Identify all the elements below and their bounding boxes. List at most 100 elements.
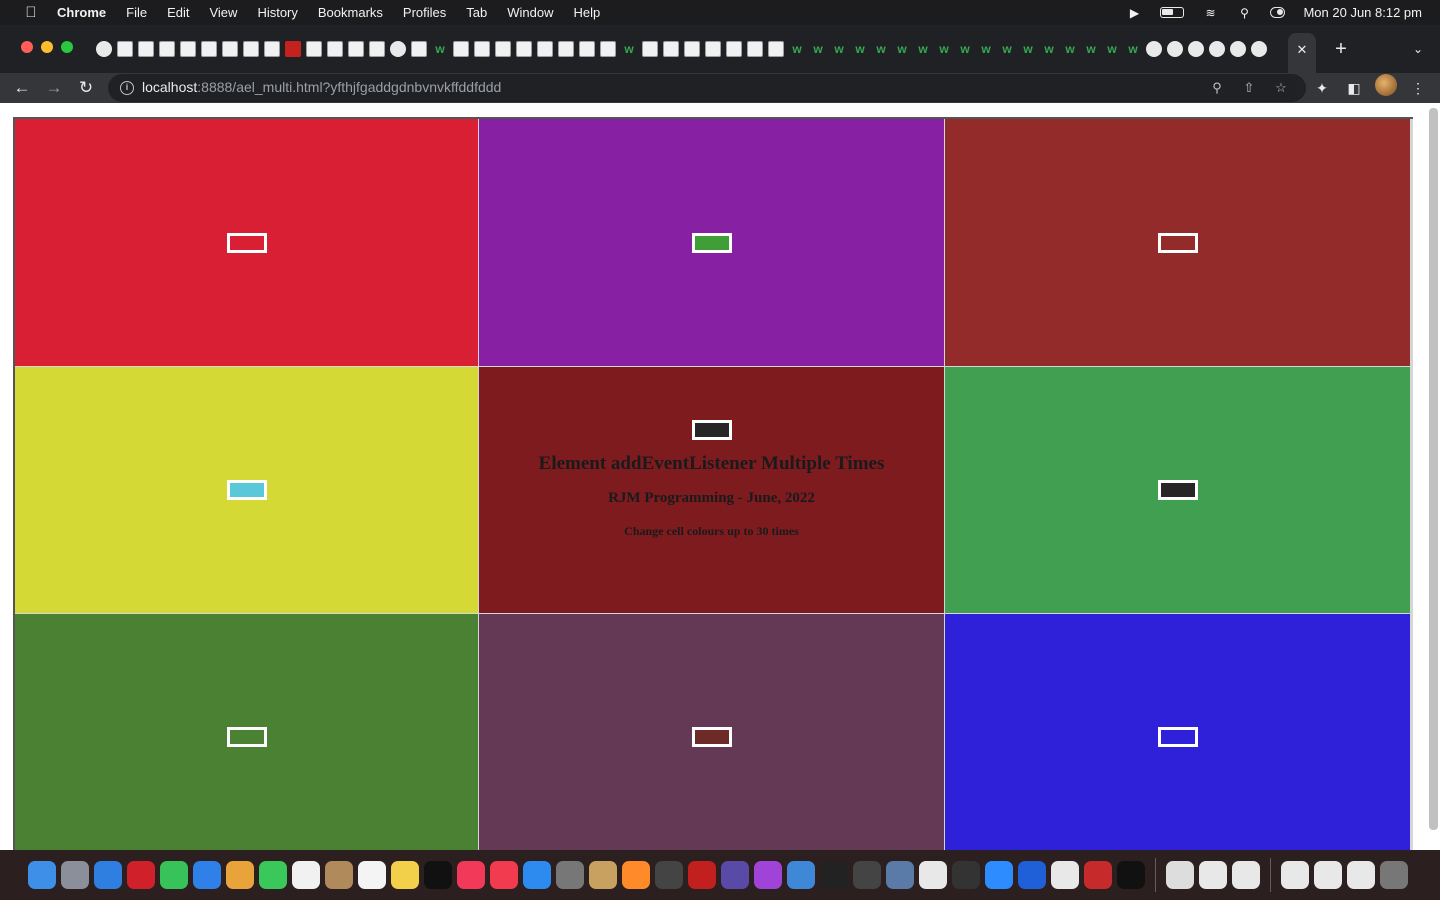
pinned-tab-favicon-icon[interactable]: w — [810, 41, 826, 57]
dock-app-icon[interactable] — [226, 861, 254, 889]
tab-search-chevron-icon[interactable]: ⌄ — [1409, 40, 1427, 58]
pinned-tab-favicon-icon[interactable] — [1230, 41, 1246, 57]
spotlight-search-icon[interactable]: ⚲ — [1236, 6, 1252, 20]
dock-app-icon[interactable] — [919, 861, 947, 889]
address-bar[interactable]: i localhost:8888/ael_multi.html?yfthjfga… — [108, 74, 1306, 102]
dock-app-icon[interactable] — [1117, 861, 1145, 889]
dock-app-icon[interactable] — [1051, 861, 1079, 889]
grid-cell-4[interactable] — [15, 367, 479, 614]
pinned-tab-favicon-icon[interactable]: w — [621, 41, 637, 57]
forward-button[interactable]: → — [42, 76, 66, 100]
zoom-icon[interactable]: ⚲ — [1208, 79, 1226, 97]
pinned-tab-favicon-icon[interactable]: w — [1062, 41, 1078, 57]
dock-app-icon[interactable] — [1314, 861, 1342, 889]
pinned-tab-favicon-icon[interactable] — [726, 41, 742, 57]
pinned-tab-favicon-icon[interactable] — [1188, 41, 1204, 57]
dock-app-icon[interactable] — [1018, 861, 1046, 889]
pinned-tab-favicon-icon[interactable] — [600, 41, 616, 57]
grid-cell-2[interactable] — [479, 119, 945, 367]
pinned-tab-favicon-icon[interactable] — [201, 41, 217, 57]
pinned-tab-favicon-icon[interactable] — [474, 41, 490, 57]
pinned-tab-favicon-icon[interactable] — [1167, 41, 1183, 57]
dock-app-icon[interactable] — [523, 861, 551, 889]
dock-app-icon[interactable] — [1380, 861, 1408, 889]
dock-app-icon[interactable] — [589, 861, 617, 889]
dock-app-icon[interactable] — [193, 861, 221, 889]
dock-app-icon[interactable] — [292, 861, 320, 889]
play-circle-icon[interactable]: ▶ — [1126, 6, 1142, 20]
pinned-tab-favicon-icon[interactable]: w — [915, 41, 931, 57]
dock-app-icon[interactable] — [688, 861, 716, 889]
pinned-tab-favicon-icon[interactable]: w — [852, 41, 868, 57]
battery-icon[interactable] — [1160, 7, 1185, 18]
new-tab-button[interactable]: + — [1331, 39, 1351, 59]
grid-cell-5[interactable]: Element addEventListener Multiple Times … — [479, 367, 945, 614]
grid-cell-6[interactable] — [945, 367, 1411, 614]
dock-app-icon[interactable] — [622, 861, 650, 889]
dock-app-icon[interactable] — [424, 861, 452, 889]
pinned-tab-favicon-icon[interactable] — [327, 41, 343, 57]
menubar-clock[interactable]: Mon 20 Jun 8:12 pm — [1303, 5, 1422, 20]
dock-app-icon[interactable] — [457, 861, 485, 889]
back-button[interactable]: ← — [10, 76, 34, 100]
dock-app-icon[interactable] — [325, 861, 353, 889]
pinned-tab-favicon-icon[interactable] — [411, 41, 427, 57]
pinned-tab-favicon-icon[interactable] — [558, 41, 574, 57]
grid-cell-7[interactable] — [15, 614, 479, 850]
pinned-tab-favicon-icon[interactable] — [390, 41, 406, 57]
dock-app-icon[interactable] — [1166, 861, 1194, 889]
dock-app-icon[interactable] — [94, 861, 122, 889]
dock-app-icon[interactable] — [754, 861, 782, 889]
pinned-tab-favicon-icon[interactable]: w — [831, 41, 847, 57]
window-zoom-button[interactable] — [61, 41, 73, 53]
pinned-tab-favicon-icon[interactable] — [768, 41, 784, 57]
pinned-tab-favicon-icon[interactable] — [537, 41, 553, 57]
pinned-tab-favicon-icon[interactable] — [369, 41, 385, 57]
menu-edit[interactable]: Edit — [167, 5, 189, 20]
window-close-button[interactable] — [21, 41, 33, 53]
apple-logo-icon[interactable]:  — [22, 4, 40, 21]
pinned-tab-favicon-icon[interactable]: w — [1041, 41, 1057, 57]
dock-app-icon[interactable] — [655, 861, 683, 889]
pinned-tab-favicon-icon[interactable]: w — [999, 41, 1015, 57]
dock-app-icon[interactable] — [490, 861, 518, 889]
pinned-tab-favicon-icon[interactable] — [243, 41, 259, 57]
dock-app-icon[interactable] — [28, 861, 56, 889]
colour-swatch-6[interactable] — [1157, 480, 1198, 500]
dock-app-icon[interactable] — [886, 861, 914, 889]
pinned-tab-favicon-icon[interactable] — [222, 41, 238, 57]
dock-app-icon[interactable] — [853, 861, 881, 889]
colour-swatch-7[interactable] — [226, 727, 267, 747]
colour-swatch-8[interactable] — [691, 727, 732, 747]
pinned-tab-favicon-icon[interactable] — [348, 41, 364, 57]
pinned-tab-favicon-icon[interactable] — [684, 41, 700, 57]
pinned-tab-favicon-icon[interactable] — [138, 41, 154, 57]
pinned-tab-favicon-icon[interactable]: w — [1020, 41, 1036, 57]
pinned-tab-favicon-icon[interactable]: w — [789, 41, 805, 57]
pinned-tab-favicon-icon[interactable] — [1251, 41, 1267, 57]
dock-app-icon[interactable] — [160, 861, 188, 889]
pinned-tab-favicon-icon[interactable] — [306, 41, 322, 57]
colour-swatch-9[interactable] — [1157, 727, 1198, 747]
menu-bookmarks[interactable]: Bookmarks — [318, 5, 383, 20]
grid-cell-1[interactable] — [15, 119, 479, 367]
side-panel-icon[interactable]: ◧ — [1342, 76, 1366, 100]
pinned-tab-favicon-icon[interactable] — [159, 41, 175, 57]
pinned-tab-favicon-icon[interactable]: w — [1083, 41, 1099, 57]
grid-cell-9[interactable] — [945, 614, 1411, 850]
menu-help[interactable]: Help — [574, 5, 601, 20]
grid-cell-8[interactable] — [479, 614, 945, 850]
page-scrollbar[interactable] — [1429, 108, 1438, 830]
profile-avatar[interactable] — [1375, 74, 1397, 96]
menu-profiles[interactable]: Profiles — [403, 5, 446, 20]
pinned-tab-favicon-icon[interactable] — [117, 41, 133, 57]
pinned-tab-favicon-icon[interactable]: w — [432, 41, 448, 57]
share-icon[interactable]: ⇧ — [1240, 79, 1258, 97]
wifi-icon[interactable]: ≋ — [1202, 6, 1218, 20]
pinned-tab-favicon-icon[interactable] — [264, 41, 280, 57]
pinned-tab-favicon-icon[interactable] — [579, 41, 595, 57]
menu-tab[interactable]: Tab — [466, 5, 487, 20]
pinned-tab-favicon-icon[interactable]: w — [873, 41, 889, 57]
colour-swatch-5[interactable] — [691, 419, 732, 440]
dock-app-icon[interactable] — [820, 861, 848, 889]
